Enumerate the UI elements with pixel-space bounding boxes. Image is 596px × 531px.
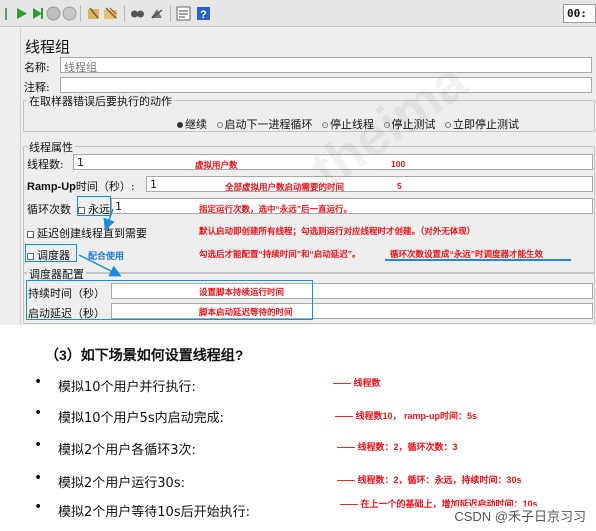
toolbar: ? 00: [0, 0, 596, 27]
forever-highlight [77, 196, 111, 216]
shutdown-icon[interactable] [62, 6, 77, 21]
help-icon[interactable]: ? [196, 6, 211, 21]
radio-stop-thread[interactable] [322, 121, 328, 128]
bullet-2: • [34, 405, 43, 421]
rampup-note: 全部虚拟用户数启动需要的时间 [225, 182, 345, 192]
radio-stop-test[interactable] [383, 121, 390, 128]
stop-icon[interactable] [46, 6, 61, 21]
reset-search-icon[interactable] [149, 6, 164, 21]
start-icon[interactable] [14, 6, 29, 21]
threads-field[interactable]: 1 [73, 154, 593, 170]
scheduler-underline [385, 259, 571, 261]
csdn-credit: CSDN @禾子日京习习 [452, 506, 588, 525]
scenario-item-1: 模拟10个用户并行执行: [58, 380, 196, 395]
scheduler-config-highlight [26, 280, 313, 320]
bullet-1: • [34, 374, 43, 390]
elapsed-time: 00: [563, 4, 596, 23]
radio-stop-test-now[interactable] [445, 121, 451, 128]
loop-count-label: 循环次数 [27, 203, 71, 216]
name-field[interactable]: 线程组 [60, 57, 592, 73]
bullet-5: • [34, 499, 43, 515]
scenario-item-4: 模拟2个用户运行30s: [58, 476, 185, 491]
answer-1: —— 线程数 [333, 378, 381, 388]
comment-field[interactable] [60, 77, 592, 93]
threads-number: 100 [391, 159, 406, 169]
scenario-item-5: 模拟2个用户等待10s后开始执行: [58, 505, 250, 520]
delay-create-checkbox[interactable]: 延迟创建线程直到需要 [27, 225, 147, 241]
delay-note: 默认启动即创建所有线程；勾选则运行对应线程时才创建。（对外无体现） [199, 226, 476, 236]
answer-3: —— 线程数：2，循环次数：3 [337, 442, 458, 452]
answer-2: —— 线程数10， ramp-up时间：5s [335, 411, 478, 421]
thread-group-panel: 线程组 名称: 线程组 注释: 在取样器错误后要执行的动作 继续 启动下一进程循… [20, 28, 596, 325]
name-label: 名称: [24, 61, 50, 74]
scheduler-highlight [25, 244, 77, 262]
clear-all-icon[interactable] [103, 6, 118, 21]
answer-4: —— 线程数：2，循环：永远，持续时间：30s [337, 475, 522, 485]
tree-expand-icon [5, 8, 7, 20]
scenario-item-2: 模拟10个用户5s内启动完成: [58, 411, 224, 426]
bullet-4: • [34, 470, 43, 486]
scheduler-note: 勾选后才能配置“持续时间”和“启动延迟”。 [199, 249, 361, 259]
thread-properties-label: 线程属性 [27, 139, 75, 155]
combined-use-note: 配合使用 [88, 251, 125, 261]
scenario-heading: （3）如下场景如何设置线程组? [45, 347, 244, 363]
loop-note: 指定运行次数，选中“永远”后一直运行。 [199, 204, 353, 214]
radio-next-loop[interactable] [216, 121, 223, 128]
on-error-label: 在取样器错误后要执行的动作 [27, 93, 174, 109]
rampup-label: Ramp-Up时间（秒）: [27, 180, 135, 193]
scenario-item-3: 模拟2个用户各循环3次: [58, 443, 196, 458]
radio-continue[interactable] [177, 121, 183, 128]
page-title: 线程组 [25, 38, 71, 56]
svg-text:?: ? [200, 9, 207, 21]
jmeter-screenshot: ? 00: 线程组 名称: 线程组 注释: 在取样器错误后要执行的动作 继续 启… [0, 0, 596, 325]
bullet-3: • [34, 437, 43, 453]
rampup-field[interactable]: 1 [146, 176, 593, 192]
start-no-pauses-icon[interactable] [30, 6, 45, 21]
on-error-options: 继续 启动下一进程循环 停止线程 停止测试 立即停止测试 [171, 116, 519, 132]
rampup-number: 5 [397, 181, 402, 191]
threads-label: 线程数: [27, 158, 64, 171]
clear-icon[interactable] [86, 6, 101, 21]
threads-note: 虚拟用户数 [195, 160, 238, 170]
search-icon[interactable] [130, 6, 145, 21]
function-helper-icon[interactable] [176, 6, 191, 21]
